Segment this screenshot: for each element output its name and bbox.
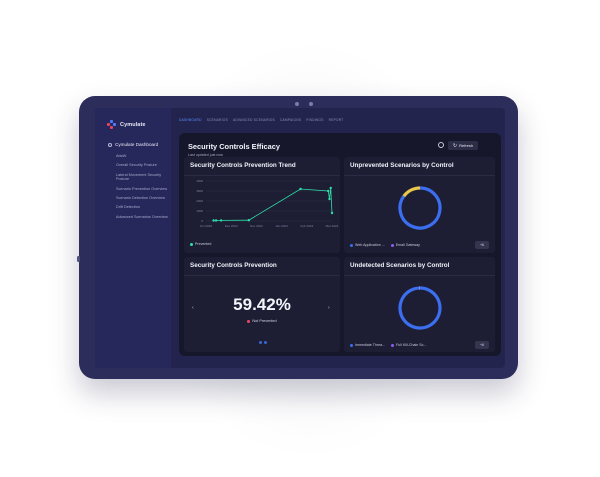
y-tick-label: 1000 bbox=[196, 209, 203, 213]
x-tick-label: Mar 2023 bbox=[326, 224, 339, 228]
camera-icon bbox=[295, 102, 299, 106]
blue-dot bbox=[350, 243, 353, 247]
tab-scenarios[interactable]: SCENARIOS bbox=[207, 118, 228, 122]
refresh-button[interactable]: ↻ Refresh bbox=[448, 141, 478, 150]
legend-item-prevented[interactable]: Prevented bbox=[190, 242, 211, 246]
next-arrow-icon[interactable]: › bbox=[328, 305, 330, 311]
x-tick-label: Jan 2023 bbox=[275, 224, 288, 228]
sidebar-nav: AttaW Overall Security Posture Lateral M… bbox=[116, 154, 168, 224]
sidebar-item-overall-security-posture[interactable]: Overall Security Posture bbox=[116, 163, 168, 167]
divider bbox=[344, 275, 495, 276]
legend-label: Immediate Threa... bbox=[355, 343, 386, 347]
prevented-data-point[interactable] bbox=[247, 219, 251, 222]
undetected-legend: Immediate Threa... Full Kill-Chain Sc... bbox=[350, 343, 426, 347]
sidebar-item-drift-detection[interactable]: Drift Detection bbox=[116, 205, 168, 209]
prevention-trend-card: Security Controls Prevention Trend 0 1000… bbox=[184, 157, 340, 253]
more-legend-button[interactable]: +6 bbox=[475, 341, 489, 349]
prevented-data-point[interactable] bbox=[214, 219, 218, 222]
settings-gear-icon[interactable] bbox=[438, 142, 444, 148]
tab-advanced-scenarios[interactable]: ADVANCED SCENARIOS bbox=[233, 118, 275, 122]
prevented-data-point[interactable] bbox=[299, 187, 302, 191]
tab-findings[interactable]: FINDINGS bbox=[306, 118, 323, 122]
pager-dot-active[interactable] bbox=[259, 341, 262, 344]
donut-slice[interactable] bbox=[398, 286, 442, 330]
prevention-percentage: 59.42% bbox=[233, 295, 291, 314]
top-tabs: DASHBOARD SCENARIOS ADVANCED SCENARIOS C… bbox=[179, 116, 501, 124]
legend-label: Full Kill-Chain Sc... bbox=[396, 343, 427, 347]
y-tick-label: 4000 bbox=[196, 179, 203, 183]
prevented-data-point[interactable] bbox=[327, 189, 330, 193]
sidebar-dashboard-label: Cymulate Dashboard bbox=[115, 142, 159, 147]
legend-label-prevented: Prevented bbox=[195, 242, 212, 246]
undetected-card: Undetected Scenarios by Control Immediat… bbox=[344, 257, 495, 352]
sidebar: Cymulate Cymulate Dashboard AttaW Overal… bbox=[95, 108, 171, 368]
sidebar-item-scenario-prevention[interactable]: Scenario Prevention Overview bbox=[116, 187, 168, 191]
prevention-card-title: Security Controls Prevention bbox=[190, 262, 277, 269]
more-legend-button[interactable]: +6 bbox=[475, 241, 489, 249]
sensor-icon bbox=[309, 102, 313, 106]
app-name: Cymulate bbox=[120, 121, 146, 128]
logo[interactable]: Cymulate bbox=[107, 120, 146, 129]
main-content: DASHBOARD SCENARIOS ADVANCED SCENARIOS C… bbox=[179, 116, 501, 364]
x-tick-label: Nov 2022 bbox=[250, 224, 263, 228]
red-dot bbox=[247, 319, 251, 323]
unprevented-donut-chart bbox=[398, 186, 442, 230]
y-tick-label: 2000 bbox=[196, 199, 203, 203]
carousel-pager bbox=[259, 341, 267, 344]
prevented-data-point[interactable] bbox=[328, 197, 331, 201]
legend-label: Email Gateway bbox=[395, 243, 420, 247]
status-label: Not Prevented bbox=[252, 319, 277, 323]
divider bbox=[184, 275, 340, 276]
cymulate-logo-icon bbox=[107, 120, 116, 129]
legend-label: Web Application ... bbox=[355, 243, 385, 247]
trend-legend: Prevented bbox=[190, 242, 211, 246]
donut-slice[interactable] bbox=[402, 186, 421, 198]
prevented-dot bbox=[190, 242, 193, 246]
x-tick-label: Dec 2022 bbox=[225, 224, 238, 228]
legend-item-web-application[interactable]: Web Application ... bbox=[350, 243, 385, 247]
unprevented-card: Unprevented Scenarios by Control Web App… bbox=[344, 157, 495, 253]
x-tick-label: Feb 2023 bbox=[300, 224, 313, 228]
prevented-data-point[interactable] bbox=[212, 219, 215, 222]
sidebar-item-dashboard[interactable]: Cymulate Dashboard bbox=[108, 142, 158, 147]
x-tick-label: Oct 2022 bbox=[200, 224, 213, 228]
trend-card-title: Security Controls Prevention Trend bbox=[190, 162, 296, 169]
trend-line-chart: 0 1000 2000 3000 4000 Oct 2022 Dec 2022 Nov 202… bbox=[196, 179, 339, 228]
legend-item-email-gateway[interactable]: Email Gateway bbox=[390, 243, 420, 247]
sidebar-item-lateral-movement[interactable]: Lateral Movement Security Posture bbox=[116, 173, 168, 182]
blue-dot bbox=[350, 343, 353, 347]
tab-campaigns[interactable]: CAMPAIGNS bbox=[280, 118, 301, 122]
legend-item-immediate-threats[interactable]: Immediate Threa... bbox=[350, 343, 385, 347]
sidebar-item-advanced-scenarios[interactable]: Advanced Scenarios Overview bbox=[116, 215, 168, 219]
pager-dot[interactable] bbox=[264, 341, 267, 344]
legend-item-full-kill-chain[interactable]: Full Kill-Chain Sc... bbox=[391, 343, 426, 347]
tab-report[interactable]: REPORT bbox=[329, 118, 344, 122]
divider bbox=[184, 175, 340, 176]
sidebar-item-scenario-detection[interactable]: Scenario Detection Overview bbox=[116, 196, 168, 200]
purple-dot bbox=[391, 343, 395, 347]
refresh-icon: ↻ bbox=[452, 142, 458, 149]
unprevented-card-title: Unprevented Scenarios by Control bbox=[350, 162, 454, 169]
undetected-donut-chart bbox=[398, 286, 442, 330]
purple-dot bbox=[390, 243, 394, 247]
efficacy-panel: Security Controls Efficacy Last updated … bbox=[179, 133, 501, 356]
y-tick-label: 3000 bbox=[196, 189, 203, 193]
side-button bbox=[77, 256, 80, 262]
prevented-series-line bbox=[213, 187, 333, 221]
prevented-data-point[interactable] bbox=[219, 219, 223, 222]
panel-title: Security Controls Efficacy bbox=[188, 142, 281, 151]
y-tick-label: 0 bbox=[201, 219, 203, 223]
prevented-data-point[interactable] bbox=[330, 211, 334, 215]
prevention-card: Security Controls Prevention ‹ 59.42% No… bbox=[184, 257, 340, 352]
not-prevented-label: Not Prevented bbox=[184, 319, 340, 323]
app-screen: Cymulate Cymulate Dashboard AttaW Overal… bbox=[95, 108, 505, 368]
undetected-card-title: Undetected Scenarios by Control bbox=[350, 262, 450, 269]
refresh-label: Refresh bbox=[459, 143, 474, 148]
tab-dashboard[interactable]: DASHBOARD bbox=[179, 118, 202, 122]
dashboard-icon bbox=[108, 142, 112, 147]
divider bbox=[344, 175, 495, 176]
unprevented-legend: Web Application ... Email Gateway bbox=[350, 243, 420, 247]
sidebar-item-attaw[interactable]: AttaW bbox=[116, 154, 168, 158]
prevented-data-point[interactable] bbox=[329, 186, 332, 190]
